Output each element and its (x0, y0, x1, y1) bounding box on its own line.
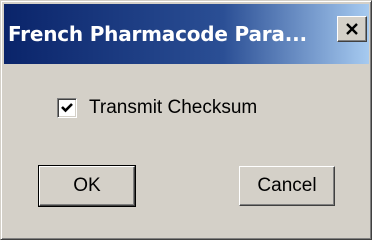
window-title: French Pharmacode Para... (8, 22, 307, 46)
dialog-window: French Pharmacode Para... Transmit Check… (0, 0, 372, 240)
ok-button[interactable]: OK (38, 165, 136, 207)
cancel-button[interactable]: Cancel (239, 166, 335, 206)
close-x-icon (346, 23, 358, 35)
close-button[interactable] (337, 16, 367, 42)
transmit-checksum-option[interactable]: Transmit Checksum (57, 95, 257, 121)
transmit-checksum-label[interactable]: Transmit Checksum (89, 97, 257, 119)
checkmark-icon (61, 103, 73, 113)
title-bar[interactable]: French Pharmacode Para... (4, 4, 369, 64)
transmit-checksum-checkbox[interactable] (57, 98, 77, 118)
